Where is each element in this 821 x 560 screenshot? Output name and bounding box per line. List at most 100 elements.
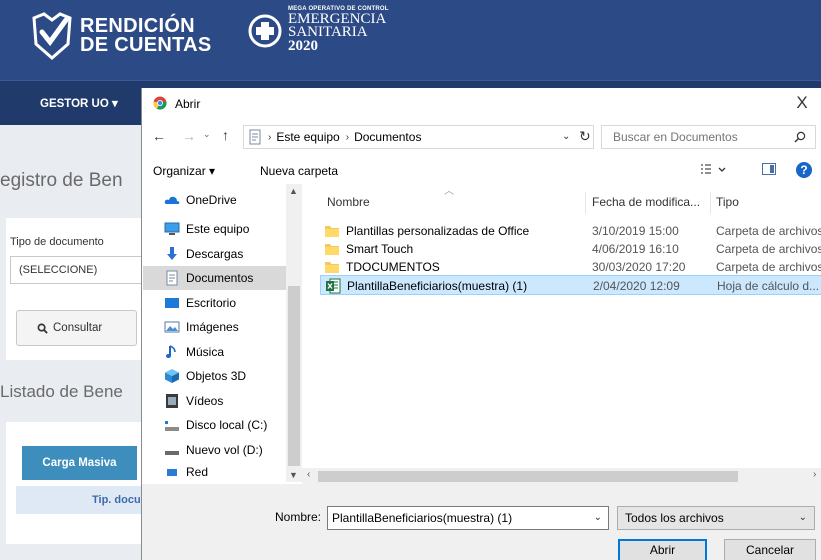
music-icon: [166, 345, 176, 358]
file-name-combobox[interactable]: ⌄: [327, 506, 609, 530]
sidebar-item-label: Nuevo vol (D:): [186, 443, 263, 457]
scroll-right-icon[interactable]: ›: [813, 469, 816, 480]
recent-locations-chevron-icon[interactable]: ⌄: [203, 129, 211, 140]
file-name-label: Nombre:: [275, 510, 322, 524]
sidebar-item-objetos-3d[interactable]: Objetos 3D: [143, 364, 286, 388]
nav-gestor-uo[interactable]: GESTOR UO ▾: [40, 96, 118, 110]
column-header-date[interactable]: Fecha de modifica...: [592, 195, 700, 209]
document-icon: [166, 270, 178, 286]
sidebar-item-label: Imágenes: [186, 320, 239, 334]
search-input[interactable]: [602, 126, 782, 148]
sidebar-item-disco-d[interactable]: Nuevo vol (D:): [143, 438, 286, 462]
back-arrow-icon[interactable]: ←: [152, 128, 166, 144]
navigation-pane-scroll-thumb[interactable]: [288, 286, 300, 466]
preview-pane-icon[interactable]: [762, 163, 776, 175]
medical-cross-icon: [248, 14, 282, 47]
desktop-icon: [165, 298, 179, 308]
file-type: Hoja de cálculo d...: [717, 279, 820, 293]
sidebar-item-disco-c[interactable]: Disco local (C:): [143, 413, 286, 437]
file-name: TDOCUMENTOS: [346, 260, 440, 274]
sidebar-item-label: Documentos: [186, 271, 254, 285]
network-icon: [167, 469, 177, 476]
rendicion-logo: RENDICIÓN DE CUENTAS: [30, 10, 212, 62]
sidebar-item-documentos[interactable]: Documentos: [143, 266, 286, 290]
file-row[interactable]: Plantillas personalizadas de Office 3/10…: [320, 221, 821, 241]
up-arrow-icon[interactable]: ↑: [222, 127, 229, 143]
close-button[interactable]: X: [782, 88, 821, 118]
forward-arrow-icon[interactable]: →: [182, 128, 196, 144]
drive-icon: [165, 421, 179, 431]
file-type: Carpeta de archivos: [716, 242, 821, 256]
tipo-documento-select[interactable]: (SELECCIONE): [10, 256, 141, 284]
file-row[interactable]: Smart Touch 4/06/2019 16:10 Carpeta de a…: [320, 239, 821, 259]
folder-icon: [325, 226, 339, 237]
sidebar-item-label: Objetos 3D: [186, 369, 247, 383]
sidebar-item-musica[interactable]: Música: [143, 340, 286, 364]
documents-location-icon: [249, 129, 261, 145]
dialog-titlebar: Abrir X: [142, 88, 821, 118]
chevron-down-icon: ⌄: [798, 512, 807, 523]
list-title: Listado de Bene: [0, 382, 123, 401]
logo2-year: 2020: [288, 38, 318, 54]
cancel-button[interactable]: Cancelar: [724, 539, 816, 560]
navigation-pane: OneDrive Este equipo Descargas Documento…: [142, 184, 302, 482]
chevron-down-icon[interactable]: ⌄: [594, 512, 602, 523]
sidebar-item-label: Este equipo: [186, 222, 250, 236]
carga-masiva-button[interactable]: Carga Masiva: [22, 446, 137, 480]
page-title: egistro de Ben: [0, 170, 123, 191]
open-button[interactable]: Abrir: [618, 539, 707, 560]
sidebar-item-onedrive[interactable]: OneDrive: [143, 188, 286, 212]
video-icon: [166, 394, 178, 408]
dialog-toolbar: Organizar ▾ Nueva carpeta ?: [142, 156, 821, 184]
breadcrumb-este-equipo[interactable]: Este equipo: [276, 130, 339, 144]
file-row[interactable]: TDOCUMENTOS 30/03/2020 17:20 Carpeta de …: [320, 257, 821, 277]
horizontal-scroll-thumb[interactable]: [318, 471, 738, 482]
scroll-up-icon[interactable]: ▲: [289, 186, 298, 196]
view-options-icon[interactable]: [700, 163, 728, 177]
refresh-icon[interactable]: ↻: [579, 128, 591, 145]
pictures-icon: [164, 321, 180, 333]
consultar-button[interactable]: Consultar: [16, 310, 137, 346]
file-type-filter[interactable]: Todos los archivos ⌄: [617, 506, 815, 530]
sidebar-item-label: Música: [186, 345, 225, 359]
column-header-name[interactable]: Nombre: [327, 195, 370, 209]
column-header-type[interactable]: Tipo: [716, 195, 739, 209]
folder-icon: [325, 262, 339, 273]
sidebar-item-videos[interactable]: Vídeos: [143, 389, 286, 413]
search-box[interactable]: [601, 125, 816, 149]
file-name-field[interactable]: [328, 507, 583, 529]
check-shield-icon: [32, 12, 72, 60]
breadcrumb-documentos[interactable]: Documentos: [354, 130, 421, 144]
sidebar-item-label: Escritorio: [186, 296, 237, 310]
download-icon: [167, 247, 177, 260]
sidebar-item-imagenes[interactable]: Imágenes: [143, 315, 286, 339]
site-header: RENDICIÓN DE CUENTAS MEGA OPERATIVO DE C…: [0, 0, 821, 80]
file-row-selected[interactable]: PlantillaBeneficiarios(muestra) (1) 2/04…: [320, 275, 821, 295]
table-card: [6, 422, 141, 544]
nueva-carpeta-button[interactable]: Nueva carpeta: [260, 164, 338, 178]
scroll-left-icon[interactable]: ‹: [307, 469, 310, 480]
sidebar-item-label: Disco local (C:): [186, 418, 268, 432]
sidebar-item-label: Descargas: [186, 247, 244, 261]
help-icon[interactable]: ?: [796, 162, 812, 178]
column-divider[interactable]: [585, 192, 586, 214]
file-date: 30/03/2020 17:20: [592, 260, 686, 274]
column-divider[interactable]: [710, 192, 711, 214]
cloud-icon: [164, 196, 180, 204]
dialog-title: Abrir: [175, 97, 201, 111]
address-bar[interactable]: › Este equipo › Documentos ⌄ ↻: [243, 125, 594, 149]
address-row: ← → ⌄ ↑ › Este equipo › Documentos ⌄ ↻: [142, 122, 821, 150]
sidebar-item-este-equipo[interactable]: Este equipo: [143, 217, 286, 241]
sidebar-item-red[interactable]: Red: [143, 465, 286, 482]
scroll-down-icon[interactable]: ▼: [289, 470, 298, 480]
organizar-menu[interactable]: Organizar ▾: [153, 164, 215, 178]
file-date: 3/10/2019 15:00: [592, 224, 679, 238]
file-date: 4/06/2019 16:10: [592, 242, 679, 256]
sidebar-item-descargas[interactable]: Descargas: [143, 242, 286, 266]
computer-icon: [164, 222, 180, 235]
search-icon: [794, 131, 806, 143]
sidebar-item-escritorio[interactable]: Escritorio: [143, 291, 286, 315]
logo-line2: DE CUENTAS: [80, 34, 212, 56]
emergencia-logo: MEGA OPERATIVO DE CONTROL EMERGENCIA SAN…: [246, 6, 389, 54]
address-dropdown-icon[interactable]: ⌄: [562, 131, 570, 142]
